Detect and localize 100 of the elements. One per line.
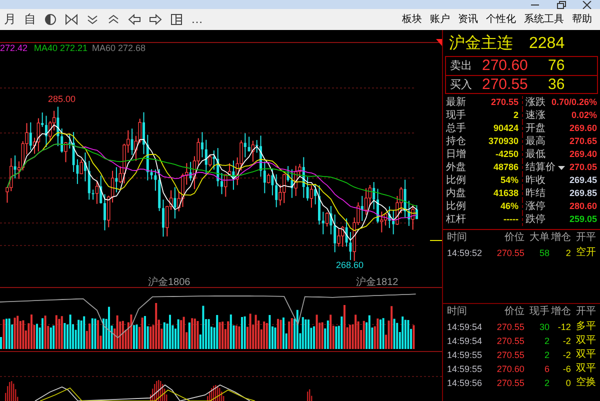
stat-value: 269.85 [569,187,597,200]
stat-label: 跌停 [526,213,546,226]
toolbar-label[interactable]: 月 [4,13,16,26]
stat-value: 90424 [493,122,518,135]
chevron-down-icon[interactable] [86,13,99,26]
type-cell-text: 空换 [575,376,596,390]
volume-cell-text: 58 [538,247,550,260]
stat-label: 现手 [446,109,466,122]
quote-label: 买入 [450,78,473,92]
column-header: 价位 [503,231,524,245]
low-price-label: 268.60 [336,260,364,270]
stat-label: 涨跌 [526,96,546,109]
high-price-label: 285.00 [48,94,76,104]
column-header: 开平 [575,305,596,319]
stat-value: 280.60 [569,200,597,213]
stat-label: 比例 [446,200,466,213]
type-cell-text: 双平 [575,348,596,362]
contract-code: 2284 [529,34,565,54]
stat-label: 总手 [446,122,466,135]
caret-icon[interactable] [558,166,564,170]
stat-label: 日增 [446,148,466,161]
menu-item[interactable]: 账户 [426,12,454,27]
column-header: 增仓 [550,231,571,245]
volume-cell-text: 2 [544,335,550,348]
volume-cell-text: 2 [544,377,550,390]
bowtie-icon[interactable] [65,13,78,26]
column-header: 价位 [503,305,524,319]
quote-price: 270.55 [481,76,529,94]
stat-value: 0.02% [571,109,597,122]
arrow-right-icon[interactable] [149,13,162,26]
volume-cell-text: 2 [544,349,550,362]
stat-label: 涨停 [526,200,546,213]
stat-label: 最高 [526,135,546,148]
stat-value: 269.45 [569,174,597,187]
volume-cell-text: 6 [544,363,550,376]
contract-name: 沪金主连 [449,34,513,54]
stat-value: 269.60 [569,122,597,135]
stat-value: 370930 [488,135,518,148]
type-cell-text: 双平 [575,362,596,376]
price-cell-text: 270.55 [496,377,524,390]
chevron-up-icon[interactable] [107,13,120,26]
stat-value: 270.05 [569,161,597,174]
type-cell-text: 空开 [575,246,596,260]
stat-label: 速涨 [526,109,546,122]
stat-value: 41638 [493,187,518,200]
menu-item[interactable]: 帮助 [568,12,596,27]
stat-label: 持仓 [446,135,466,148]
quote-label: 卖出 [450,59,473,74]
stat-value: 0.70/0.26% [551,96,597,109]
price-cell-text: 270.60 [496,363,524,376]
price-cell-text: 270.55 [496,349,524,362]
stat-value: 269.40 [569,148,597,161]
stat-value: 48786 [493,161,518,174]
close-icon[interactable] [582,0,592,8]
stat-value: 46% [500,200,518,213]
menu-item[interactable]: 系统工具 [520,12,568,27]
price-marker-line [430,240,442,241]
menu-item[interactable]: 个性化 [482,12,520,27]
contract-label: 沪金1806 [148,277,190,288]
more-button[interactable]: … [191,13,203,26]
stat-label: 内盘 [446,187,466,200]
stat-label: 杠杆 [446,213,466,226]
quote-volume: 76 [548,57,565,75]
stat-label: 比例 [446,174,466,187]
type-cell-text: 多平 [575,320,596,334]
ma-legend: MA60 272.68 [92,43,146,53]
stat-label: 最新 [446,96,466,109]
change-cell-text: -12 [556,321,571,334]
price-cell-text: 270.55 [496,321,524,334]
price-cell-text: 270.55 [496,335,524,348]
triangle-marker-icon [436,39,442,46]
time-cell-text: 14:59:52 [447,247,484,260]
menu-item[interactable]: 板块 [398,12,426,27]
arrow-left-icon[interactable] [128,13,141,26]
quote-volume: 36 [548,76,565,94]
contract-label: 沪金1812 [356,277,398,288]
change-cell-text: 0 [564,377,571,390]
column-header: 时间 [447,230,468,245]
column-header: 大单 [528,230,550,245]
layout-icon[interactable] [170,13,183,26]
quote-price: 270.60 [481,57,529,75]
stat-label: 外盘 [446,161,466,174]
ma-legend: MA40 272.21 [34,43,88,53]
volume-cell-text: 30 [538,321,550,334]
menu-item[interactable]: 资讯 [454,12,482,27]
column-header: 增仓 [550,305,571,319]
time-cell-text: 14:59:55 [447,349,484,362]
stat-label: 昨结 [526,187,546,200]
stat-label: 昨收 [526,174,546,187]
toolbar-label[interactable]: 自 [24,13,36,26]
price-cell-text: 270.55 [496,247,524,260]
half-circle-icon[interactable] [44,13,57,26]
type-cell-text: 双平 [575,334,596,348]
stat-value: 270.65 [569,135,597,148]
restore-icon[interactable] [556,0,566,8]
ma-legend: 272.42 [0,43,28,53]
column-header: 时间 [447,304,468,319]
time-cell-text: 14:59:56 [447,377,484,390]
stat-label: 结算价 [526,161,556,174]
stat-value: 270.55 [490,96,518,109]
